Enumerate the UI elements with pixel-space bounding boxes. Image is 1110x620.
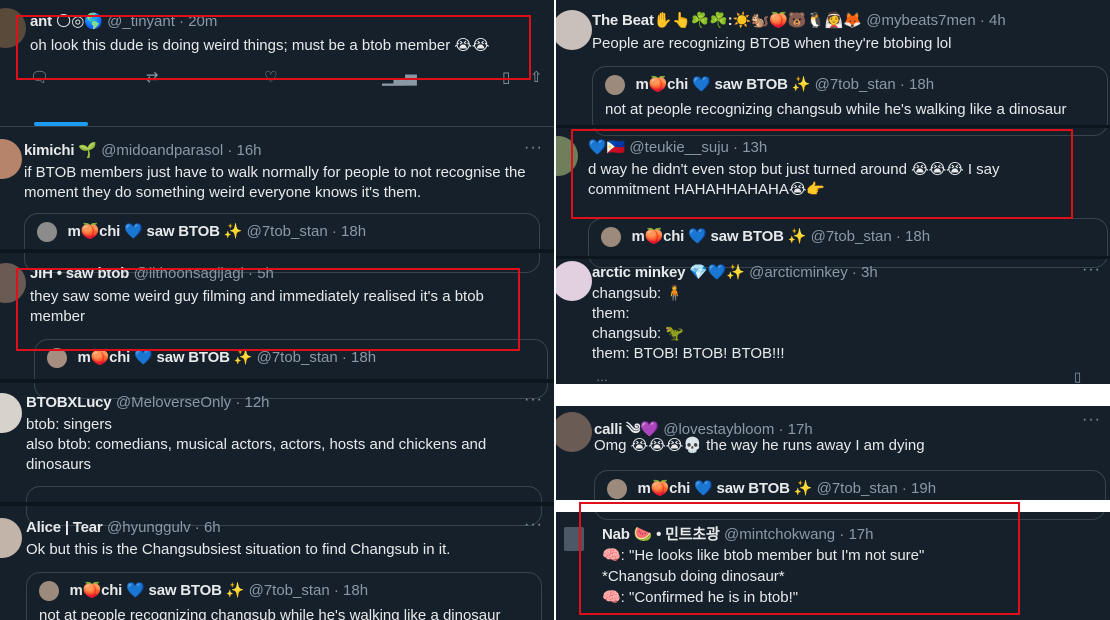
quote-author-name: m🍑chi 💙 saw BTOB ✨ xyxy=(77,349,253,367)
tweet-jih[interactable]: JIH • saw btob @ilthoonsagijagi · 5h the… xyxy=(0,253,554,399)
more-icon[interactable]: ··· xyxy=(1082,261,1101,279)
quote-author-name: m🍑chi 💙 saw BTOB ✨ xyxy=(637,480,813,498)
author-name[interactable]: BTOBXLucy xyxy=(26,394,112,411)
author-name[interactable]: Alice | Tear xyxy=(26,519,103,536)
tweet-arctic-minkey[interactable]: arctic minkey 💎💙✨ @arcticminkey · 3h ···… xyxy=(556,259,1110,384)
avatar[interactable] xyxy=(0,139,22,179)
avatar xyxy=(39,581,59,601)
author-handle[interactable]: @MeloverseOnly · 12h xyxy=(116,394,270,411)
quote-text: not at people recognizing changsub while… xyxy=(39,607,501,620)
tweet-kimichi[interactable]: kimichi 🌱 @midoandparasol · 16h ··· if B… xyxy=(0,127,554,273)
highlight-box xyxy=(579,502,1020,615)
tweet-text: People are recognizing BTOB when they're… xyxy=(592,35,952,52)
highlight-box xyxy=(16,268,520,351)
more-icon[interactable]: ··· xyxy=(1082,411,1101,429)
avatar[interactable] xyxy=(0,518,22,558)
tweet-text: btob: singers also btob: comedians, musi… xyxy=(26,416,487,473)
author-name[interactable]: arctic minkey 💎💙✨ xyxy=(592,264,745,281)
bookmark-icon[interactable]: ▯ xyxy=(1074,369,1081,385)
author-name[interactable]: The Beat✋👆☘️☘️:☀️🐿️🍑🐻🐧👰🦊 xyxy=(592,12,862,29)
tweet-alice[interactable]: Alice | Tear @hyunggulv · 6h ··· Ok but … xyxy=(0,506,554,620)
quoted-tweet[interactable]: m🍑chi 💙 saw BTOB ✨ @7tob_stan · 18h not … xyxy=(26,572,542,620)
avatar[interactable] xyxy=(0,393,22,433)
avatar xyxy=(601,227,621,247)
avatar[interactable] xyxy=(556,412,592,452)
highlight-box xyxy=(16,15,531,80)
author-handle[interactable]: @arcticminkey · 3h xyxy=(749,264,878,281)
avatar xyxy=(605,75,625,95)
share-icon[interactable]: ⇧ xyxy=(530,68,543,86)
tweet-the-beat[interactable]: The Beat✋👆☘️☘️:☀️🐿️🍑🐻🐧👰🦊 @mybeats7men · … xyxy=(556,0,1110,136)
quote-author-handle: @7tob_stan · 18h xyxy=(248,582,369,600)
quote-author-handle: @7tob_stan · 18h xyxy=(256,349,377,367)
tweet-teukie[interactable]: 💙🇵🇭 @teukie__suju · 13h d way he didn't … xyxy=(556,128,1110,268)
highlight-box xyxy=(571,129,1073,219)
avatar xyxy=(37,222,57,242)
author-handle[interactable]: @mybeats7men · 4h xyxy=(866,12,1005,29)
quote-author-handle: @7tob_stan · 18h xyxy=(810,228,931,246)
quote-author-handle: @7tob_stan · 18h xyxy=(814,76,935,94)
author-handle[interactable]: @hyunggulv · 6h xyxy=(107,519,221,536)
tweet-btobxlucy[interactable]: BTOBXLucy @MeloverseOnly · 12h ··· btob:… xyxy=(0,383,554,526)
reply-icon[interactable]: … xyxy=(596,370,608,384)
left-panel: ant 🌕◎🌎 @_tinyant · 20m oh look this dud… xyxy=(0,0,554,620)
avatar[interactable] xyxy=(556,261,592,301)
tweet-ant[interactable]: ant 🌕◎🌎 @_tinyant · 20m oh look this dud… xyxy=(0,0,554,100)
quote-text: not at people recognizing changsub while… xyxy=(605,101,1067,118)
right-panel: The Beat✋👆☘️☘️:☀️🐿️🍑🐻🐧👰🦊 @mybeats7men · … xyxy=(556,0,1110,620)
quote-author-name: m🍑chi 💙 saw BTOB ✨ xyxy=(69,582,245,600)
more-icon[interactable]: ··· xyxy=(524,139,543,157)
tweet-calli[interactable]: calli ༄💜 @lovestaybloom · 17h ··· Omg 😭😭… xyxy=(556,406,1110,520)
quote-author-name: m🍑chi 💙 saw BTOB ✨ xyxy=(635,76,811,94)
more-icon[interactable]: ··· xyxy=(524,516,543,534)
quote-author-name: m🍑chi 💙 saw BTOB ✨ xyxy=(631,228,807,246)
avatar[interactable] xyxy=(556,10,592,50)
tweet-text: if BTOB members just have to walk normal… xyxy=(24,164,526,201)
quote-author-handle: @7tob_stan · 19h xyxy=(816,480,937,498)
tweet-nab[interactable]: Nab 🍉 • 민트초광 @mintchokwang · 17h 🧠: "He … xyxy=(556,502,1110,620)
author-name[interactable]: kimichi 🌱 xyxy=(24,142,97,159)
author-handle[interactable]: @midoandparasol · 16h xyxy=(101,142,261,159)
quote-author-handle: @7tob_stan · 18h xyxy=(246,223,367,241)
more-icon[interactable]: ··· xyxy=(524,391,543,409)
quote-author-name: m🍑chi 💙 saw BTOB ✨ xyxy=(67,223,243,241)
tweet-text: Ok but this is the Changsubsiest situati… xyxy=(26,541,451,558)
tweet-text: changsub: 🧍 them: changsub: 🦖 them: BTOB… xyxy=(592,285,785,362)
tweet-text: Omg 😭😭😭💀 the way he runs away I am dying xyxy=(594,437,925,454)
avatar xyxy=(47,348,67,368)
avatar xyxy=(607,479,627,499)
